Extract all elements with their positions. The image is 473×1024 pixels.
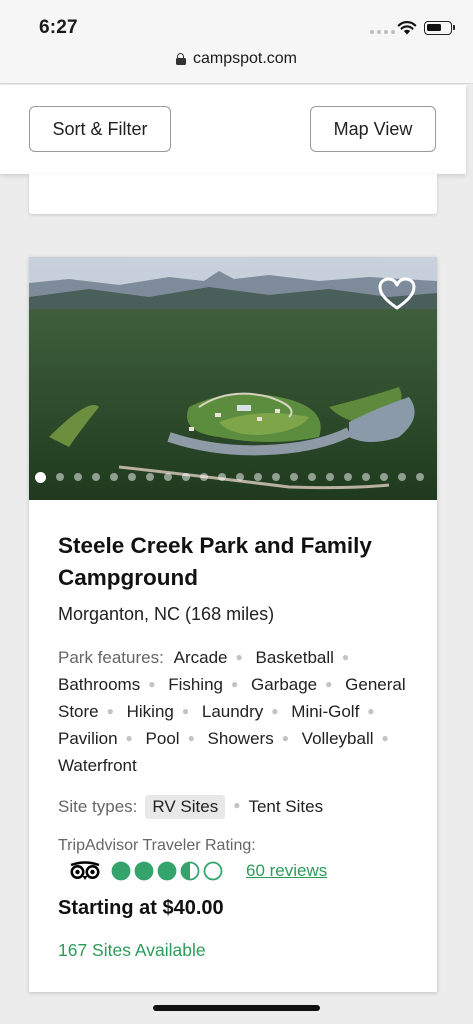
bullet-separator: ● bbox=[381, 731, 389, 745]
park-features-label: Park features: bbox=[58, 648, 164, 667]
wifi-icon bbox=[397, 21, 417, 35]
bullet-separator: ● bbox=[271, 704, 279, 718]
park-feature-item: Showers bbox=[207, 729, 274, 748]
carousel-dot[interactable] bbox=[290, 473, 298, 481]
map-view-button[interactable]: Map View bbox=[310, 106, 436, 152]
listing-details: Steele Creek Park and Family Campground … bbox=[58, 530, 418, 961]
park-features: Park features: Arcade ● Basketball ● Bathr… bbox=[58, 645, 418, 779]
rating-bubble-icon bbox=[111, 861, 131, 881]
carousel-dot[interactable] bbox=[398, 473, 406, 481]
rating-bubble-icon bbox=[180, 861, 200, 881]
bullet-separator: ● bbox=[281, 731, 289, 745]
reviews-link[interactable]: 60 reviews bbox=[246, 861, 327, 881]
results-toolbar: Sort & Filter Map View bbox=[0, 85, 466, 174]
carousel-dots[interactable] bbox=[35, 471, 424, 483]
carousel-dot[interactable] bbox=[326, 473, 334, 481]
carousel-dot[interactable] bbox=[110, 473, 118, 481]
sites-available[interactable]: 167 Sites Available bbox=[58, 940, 418, 961]
url-text: campspot.com bbox=[192, 50, 298, 67]
rating-bubble-icon bbox=[157, 861, 177, 881]
sort-filter-button[interactable]: Sort & Filter bbox=[29, 106, 171, 152]
park-feature-item: Volleyball bbox=[301, 729, 374, 748]
carousel-dot[interactable] bbox=[146, 473, 154, 481]
park-feature-item: Pool bbox=[145, 729, 180, 748]
favorite-heart-icon[interactable] bbox=[378, 277, 416, 311]
park-feature-item: Bathrooms bbox=[58, 675, 141, 694]
carousel-dot[interactable] bbox=[74, 473, 82, 481]
park-feature-item: Fishing bbox=[168, 675, 223, 694]
bullet-separator: ● bbox=[187, 731, 195, 745]
rating-bubble-icon bbox=[203, 861, 223, 881]
previous-listing-card[interactable] bbox=[29, 174, 437, 214]
carousel-dot[interactable] bbox=[236, 473, 244, 481]
url-bar[interactable]: campspot.com bbox=[0, 50, 473, 68]
site-types: Site types: RV Sites ● Tent Sites bbox=[58, 795, 418, 819]
park-feature-item: Laundry bbox=[201, 702, 264, 721]
carousel-dot[interactable] bbox=[56, 473, 64, 481]
battery-icon bbox=[424, 21, 455, 35]
tripadvisor-label: TripAdvisor Traveler Rating: bbox=[58, 837, 256, 854]
bullet-separator: ● bbox=[148, 677, 156, 691]
rating-bubble-icon bbox=[134, 861, 154, 881]
carousel-dot[interactable] bbox=[92, 473, 100, 481]
carousel-dot[interactable] bbox=[362, 473, 370, 481]
signal-icon bbox=[370, 30, 395, 34]
tripadvisor-rating-row: 60 reviews bbox=[58, 861, 418, 881]
bullet-separator: ● bbox=[341, 650, 350, 664]
carousel-dot[interactable] bbox=[272, 473, 280, 481]
site-type-item: Tent Sites bbox=[248, 797, 324, 816]
lock-icon bbox=[175, 53, 186, 65]
home-indicator[interactable] bbox=[153, 1005, 320, 1011]
carousel-dot[interactable] bbox=[128, 473, 136, 481]
carousel-dot[interactable] bbox=[164, 473, 172, 481]
listing-card[interactable]: Steele Creek Park and Family Campground … bbox=[29, 257, 437, 992]
carousel-dot[interactable] bbox=[254, 473, 262, 481]
carousel-dot[interactable] bbox=[308, 473, 316, 481]
bullet-separator: ● bbox=[233, 798, 241, 812]
park-feature-item: Hiking bbox=[126, 702, 174, 721]
carousel-dot[interactable] bbox=[35, 471, 46, 483]
site-types-label: Site types: bbox=[58, 797, 138, 816]
bullet-separator: ● bbox=[325, 677, 333, 691]
park-feature-item: Mini-Golf bbox=[291, 702, 360, 721]
carousel-dot[interactable] bbox=[416, 473, 424, 481]
starting-price: Starting at $40.00 bbox=[58, 897, 224, 919]
listing-photo-carousel[interactable] bbox=[29, 257, 437, 500]
carousel-dot[interactable] bbox=[218, 473, 226, 481]
park-feature-item: Waterfront bbox=[58, 756, 137, 775]
rating-bubbles bbox=[111, 861, 223, 881]
carousel-dot[interactable] bbox=[344, 473, 352, 481]
listing-title[interactable]: Steele Creek Park and Family Campground bbox=[58, 530, 418, 594]
bullet-separator: ● bbox=[106, 704, 114, 718]
carousel-dot[interactable] bbox=[380, 473, 388, 481]
carousel-dot[interactable] bbox=[200, 473, 208, 481]
site-type-item: RV Sites bbox=[145, 795, 226, 819]
bullet-separator: ● bbox=[125, 731, 133, 745]
park-feature-item: Arcade bbox=[173, 648, 228, 667]
bullet-separator: ● bbox=[367, 704, 375, 718]
park-feature-item: Basketball bbox=[255, 648, 334, 667]
park-feature-item: Pavilion bbox=[58, 729, 118, 748]
bullet-separator: ● bbox=[235, 650, 243, 664]
browser-top-bar: 6:27 campspot.com bbox=[0, 0, 473, 84]
bullet-separator: ● bbox=[181, 704, 190, 718]
tripadvisor-owl-icon bbox=[70, 861, 100, 880]
carousel-dot[interactable] bbox=[182, 473, 190, 481]
status-time: 6:27 bbox=[39, 17, 78, 38]
park-feature-item: Garbage bbox=[250, 675, 318, 694]
listing-location: Morganton, NC (168 miles) bbox=[58, 604, 275, 624]
campground-aerial-photo bbox=[29, 257, 437, 500]
bullet-separator: ● bbox=[231, 677, 239, 691]
